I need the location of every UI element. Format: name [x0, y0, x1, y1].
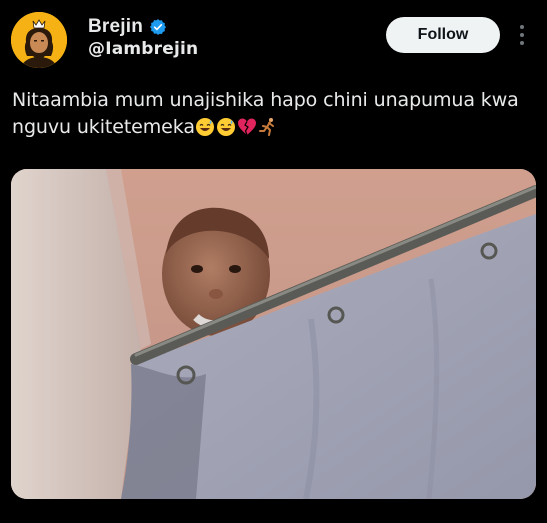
follow-button[interactable]: Follow	[386, 17, 500, 53]
avatar-illustration-icon	[11, 12, 67, 68]
author-display-name[interactable]: Brejin	[88, 16, 143, 38]
tweet-card: Brejin @Iambrejin Follow Nitaambia mum u…	[0, 0, 547, 523]
author-avatar[interactable]	[11, 12, 67, 68]
author-handle[interactable]: @Iambrejin	[88, 39, 198, 59]
verified-badge-icon	[149, 18, 167, 36]
tweet-media-image[interactable]	[11, 169, 536, 499]
author-name-row: Brejin	[88, 16, 167, 38]
grinning-sweat-emoji-icon	[216, 118, 235, 136]
more-vertical-icon[interactable]	[512, 22, 532, 48]
running-person-emoji-icon	[258, 118, 274, 136]
tweet-text: Nitaambia mum unajishika hapo chini unap…	[12, 87, 542, 141]
broken-heart-emoji-icon	[237, 118, 256, 136]
photo-baby-peeking-icon	[11, 169, 536, 499]
grinning-sweat-emoji-icon	[195, 118, 214, 136]
tweet-text-line-2: nguvu ukitetemeka	[12, 116, 195, 138]
tweet-text-line-2-wrap: nguvu ukitetemeka	[12, 114, 542, 141]
tweet-text-line-1: Nitaambia mum unajishika hapo chini unap…	[12, 89, 519, 111]
